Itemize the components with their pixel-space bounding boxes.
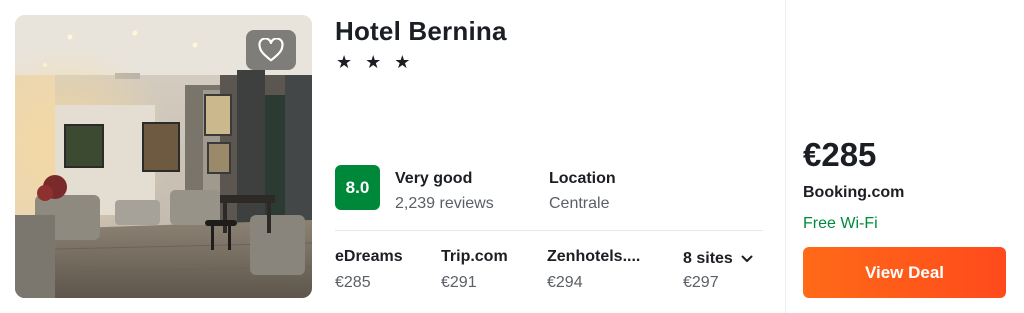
- hotel-name[interactable]: Hotel Bernina: [335, 16, 507, 47]
- rating-label: Very good: [395, 170, 473, 187]
- more-sites-label: 8 sites: [683, 250, 733, 267]
- more-sites-dropdown[interactable]: 8 sites €297: [683, 250, 753, 292]
- more-sites-price: €297: [683, 274, 719, 291]
- review-count[interactable]: 2,239 reviews: [395, 195, 494, 213]
- deal-price: €285: [335, 274, 371, 291]
- hotel-result-card[interactable]: Hotel Bernina ★ ★ ★ 8.0 Very good 2,239 …: [0, 0, 1024, 313]
- heart-outline-icon: [258, 38, 284, 62]
- deal-option[interactable]: Zenhotels.... €294: [547, 248, 640, 292]
- best-offer-site: Booking.com: [803, 184, 905, 201]
- deal-option[interactable]: eDreams €285: [335, 248, 403, 292]
- deal-price: €294: [547, 274, 583, 291]
- best-offer-panel: €285 Booking.com Free Wi-Fi View Deal: [803, 0, 1008, 313]
- favorite-button[interactable]: [246, 30, 296, 70]
- best-price: €285: [803, 136, 877, 173]
- divider: [335, 230, 763, 231]
- location-label: Location: [549, 170, 616, 187]
- star-rating: ★ ★ ★: [336, 52, 415, 72]
- chevron-down-icon: [741, 255, 753, 262]
- deal-price: €291: [441, 274, 477, 291]
- location-value: Centrale: [549, 195, 610, 212]
- amenity-label: Free Wi-Fi: [803, 215, 878, 232]
- view-deal-button[interactable]: View Deal: [803, 247, 1006, 298]
- hotel-info: Hotel Bernina ★ ★ ★ 8.0 Very good 2,239 …: [335, 0, 765, 313]
- rating-score-badge: 8.0: [335, 165, 380, 210]
- deal-option[interactable]: Trip.com €291: [441, 248, 508, 292]
- deal-site-name: Trip.com: [441, 248, 508, 265]
- deal-site-name: eDreams: [335, 248, 403, 265]
- column-divider: [785, 0, 786, 313]
- deal-site-name: Zenhotels....: [547, 248, 641, 265]
